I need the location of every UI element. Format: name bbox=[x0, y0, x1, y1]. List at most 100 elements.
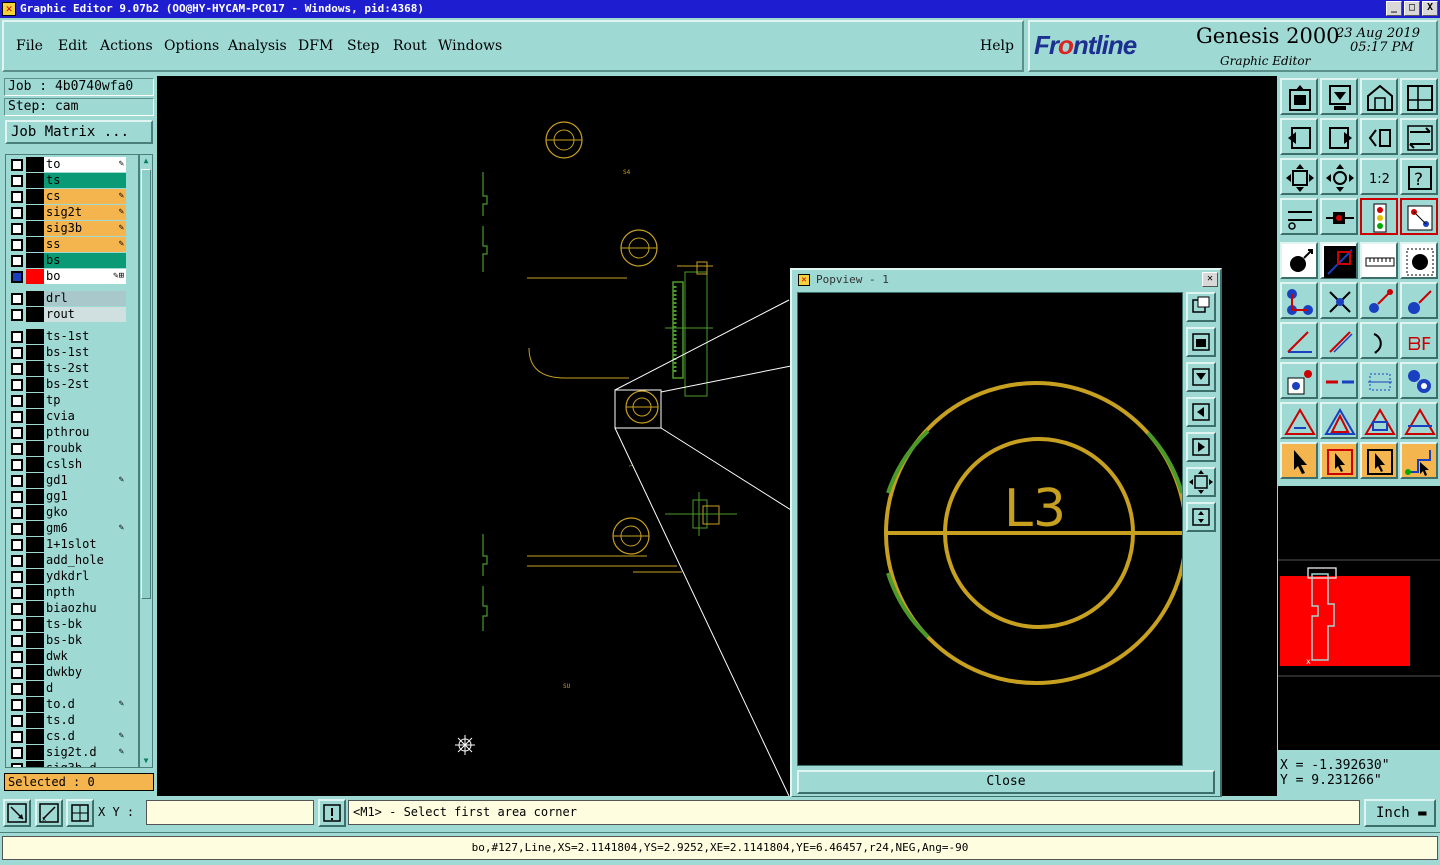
layer-checkbox[interactable] bbox=[11, 427, 23, 439]
route-pointer-icon[interactable] bbox=[1400, 442, 1438, 479]
layer-row[interactable]: tp bbox=[8, 393, 138, 409]
layer-name[interactable]: gd1 ✎ bbox=[44, 473, 126, 488]
layer-row[interactable]: bs bbox=[8, 253, 138, 269]
layer-row[interactable]: gko bbox=[8, 505, 138, 521]
layer-row[interactable]: gg1 bbox=[8, 489, 138, 505]
menu-windows[interactable]: Windows bbox=[438, 38, 502, 54]
layer-row[interactable]: npth bbox=[8, 585, 138, 601]
pad-group-icon[interactable] bbox=[1400, 362, 1438, 399]
layer-row[interactable]: 1+1slot bbox=[8, 537, 138, 553]
layer-name[interactable]: drl bbox=[44, 291, 126, 306]
menu-actions[interactable]: Actions bbox=[100, 38, 153, 54]
layer-name[interactable]: 1+1slot bbox=[44, 537, 126, 552]
layer-checkbox[interactable] bbox=[11, 587, 23, 599]
layer-row[interactable]: bs-2st bbox=[8, 377, 138, 393]
popview-pan-right-icon[interactable] bbox=[1186, 432, 1216, 462]
layer-checkbox[interactable] bbox=[11, 347, 23, 359]
layer-checkbox[interactable] bbox=[11, 683, 23, 695]
zoom-one-to-two-icon[interactable]: 1:2 bbox=[1360, 158, 1398, 195]
pan-right-icon[interactable] bbox=[1320, 118, 1358, 155]
layer-name[interactable]: bo ✎⊞ bbox=[44, 269, 126, 284]
layer-name[interactable]: ss ✎ bbox=[44, 237, 126, 252]
layer-name[interactable]: ts-1st bbox=[44, 329, 126, 344]
alert-icon[interactable] bbox=[318, 799, 346, 827]
layer-checkbox[interactable] bbox=[11, 651, 23, 663]
measure-red-icon[interactable] bbox=[1320, 242, 1358, 279]
redraw-icon[interactable] bbox=[1400, 118, 1438, 155]
layer-row[interactable]: to ✎ bbox=[8, 157, 138, 173]
layer-name[interactable]: bs-1st bbox=[44, 345, 126, 360]
layer-name[interactable]: sig3b.d bbox=[44, 761, 126, 767]
layer-checkbox[interactable] bbox=[11, 309, 23, 321]
help-question-icon[interactable]: ? bbox=[1400, 158, 1438, 195]
layer-checkbox[interactable] bbox=[11, 459, 23, 471]
layer-name[interactable]: bs bbox=[44, 253, 126, 268]
polygon-icon[interactable] bbox=[1320, 402, 1358, 439]
dotted-circle-icon[interactable] bbox=[1400, 242, 1438, 279]
layer-checkbox[interactable] bbox=[11, 539, 23, 551]
scroll-thumb[interactable] bbox=[141, 169, 151, 599]
scissors-icon[interactable] bbox=[1280, 198, 1318, 235]
layer-checkbox[interactable] bbox=[11, 507, 23, 519]
layer-checkbox[interactable] bbox=[11, 331, 23, 343]
layer-checkbox[interactable] bbox=[11, 491, 23, 503]
layer-row[interactable]: sig2t.d ✎ bbox=[8, 745, 138, 761]
layer-checkbox[interactable] bbox=[11, 271, 23, 283]
layer-checkbox[interactable] bbox=[11, 667, 23, 679]
layer-name[interactable]: add_hole bbox=[44, 553, 126, 568]
layer-name[interactable]: sig3b ✎ bbox=[44, 221, 126, 236]
menu-rout[interactable]: Rout bbox=[393, 38, 427, 54]
home-icon[interactable] bbox=[1360, 78, 1398, 115]
layer-name[interactable]: d bbox=[44, 681, 126, 696]
layer-name[interactable]: gm6 ✎ bbox=[44, 521, 126, 536]
menu-edit[interactable]: Edit bbox=[58, 38, 87, 54]
layer-row[interactable]: biaozhu bbox=[8, 601, 138, 617]
layer-name[interactable]: biaozhu bbox=[44, 601, 126, 616]
job-matrix-button[interactable]: Job Matrix ... bbox=[5, 120, 153, 144]
layer-name[interactable]: cslsh bbox=[44, 457, 126, 472]
layer-row[interactable]: cs.d ✎ bbox=[8, 729, 138, 745]
layer-row[interactable]: sig2t ✎ bbox=[8, 205, 138, 221]
layer-name[interactable]: ts-bk bbox=[44, 617, 126, 632]
popview-copy-icon[interactable] bbox=[1186, 292, 1216, 322]
layer-name[interactable]: gg1 bbox=[44, 489, 126, 504]
layer-name[interactable]: to ✎ bbox=[44, 157, 126, 172]
layer-checkbox[interactable] bbox=[11, 731, 23, 743]
measure-box-icon[interactable] bbox=[1360, 362, 1398, 399]
popview-close-button[interactable]: Close bbox=[797, 770, 1215, 794]
layer-checkbox[interactable] bbox=[11, 191, 23, 203]
layer-checkbox[interactable] bbox=[11, 239, 23, 251]
layer-checkbox[interactable] bbox=[11, 159, 23, 171]
layer-checkbox[interactable] bbox=[11, 255, 23, 267]
layer-checkbox[interactable] bbox=[11, 603, 23, 615]
menu-file[interactable]: File bbox=[16, 38, 43, 54]
layer-row[interactable]: ts-1st bbox=[8, 329, 138, 345]
layer-row[interactable]: bs-bk bbox=[8, 633, 138, 649]
layer-row[interactable]: cs ✎ bbox=[8, 189, 138, 205]
layer-checkbox[interactable] bbox=[11, 715, 23, 727]
layer-checkbox[interactable] bbox=[11, 223, 23, 235]
layer-checkbox[interactable] bbox=[11, 555, 23, 567]
pointer-icon[interactable] bbox=[1280, 442, 1318, 479]
layer-row[interactable]: gd1 ✎ bbox=[8, 473, 138, 489]
minimize-button[interactable]: _ bbox=[1386, 1, 1402, 16]
pointer-box-icon[interactable] bbox=[1320, 442, 1358, 479]
popview-close-icon[interactable]: ✕ bbox=[1202, 272, 1218, 287]
open-job-icon[interactable] bbox=[1280, 78, 1318, 115]
window-layout-icon[interactable] bbox=[1400, 78, 1438, 115]
layer-row[interactable]: d bbox=[8, 681, 138, 697]
layer-name[interactable]: cs.d ✎ bbox=[44, 729, 126, 744]
layer-checkbox[interactable] bbox=[11, 763, 23, 767]
layer-name[interactable]: bs-2st bbox=[44, 377, 126, 392]
layer-row[interactable]: drl bbox=[8, 291, 138, 307]
zoom-fit-icon[interactable] bbox=[1280, 158, 1318, 195]
zoom-area-icon[interactable] bbox=[3, 799, 31, 827]
layer-row[interactable]: dwk bbox=[8, 649, 138, 665]
layer-row[interactable]: dwkby bbox=[8, 665, 138, 681]
layer-name[interactable]: dwkby bbox=[44, 665, 126, 680]
layer-name[interactable]: dwk bbox=[44, 649, 126, 664]
popview-fit-icon[interactable] bbox=[1186, 467, 1216, 497]
layer-row[interactable]: ts.d bbox=[8, 713, 138, 729]
layer-checkbox[interactable] bbox=[11, 635, 23, 647]
layer-checkbox[interactable] bbox=[11, 175, 23, 187]
